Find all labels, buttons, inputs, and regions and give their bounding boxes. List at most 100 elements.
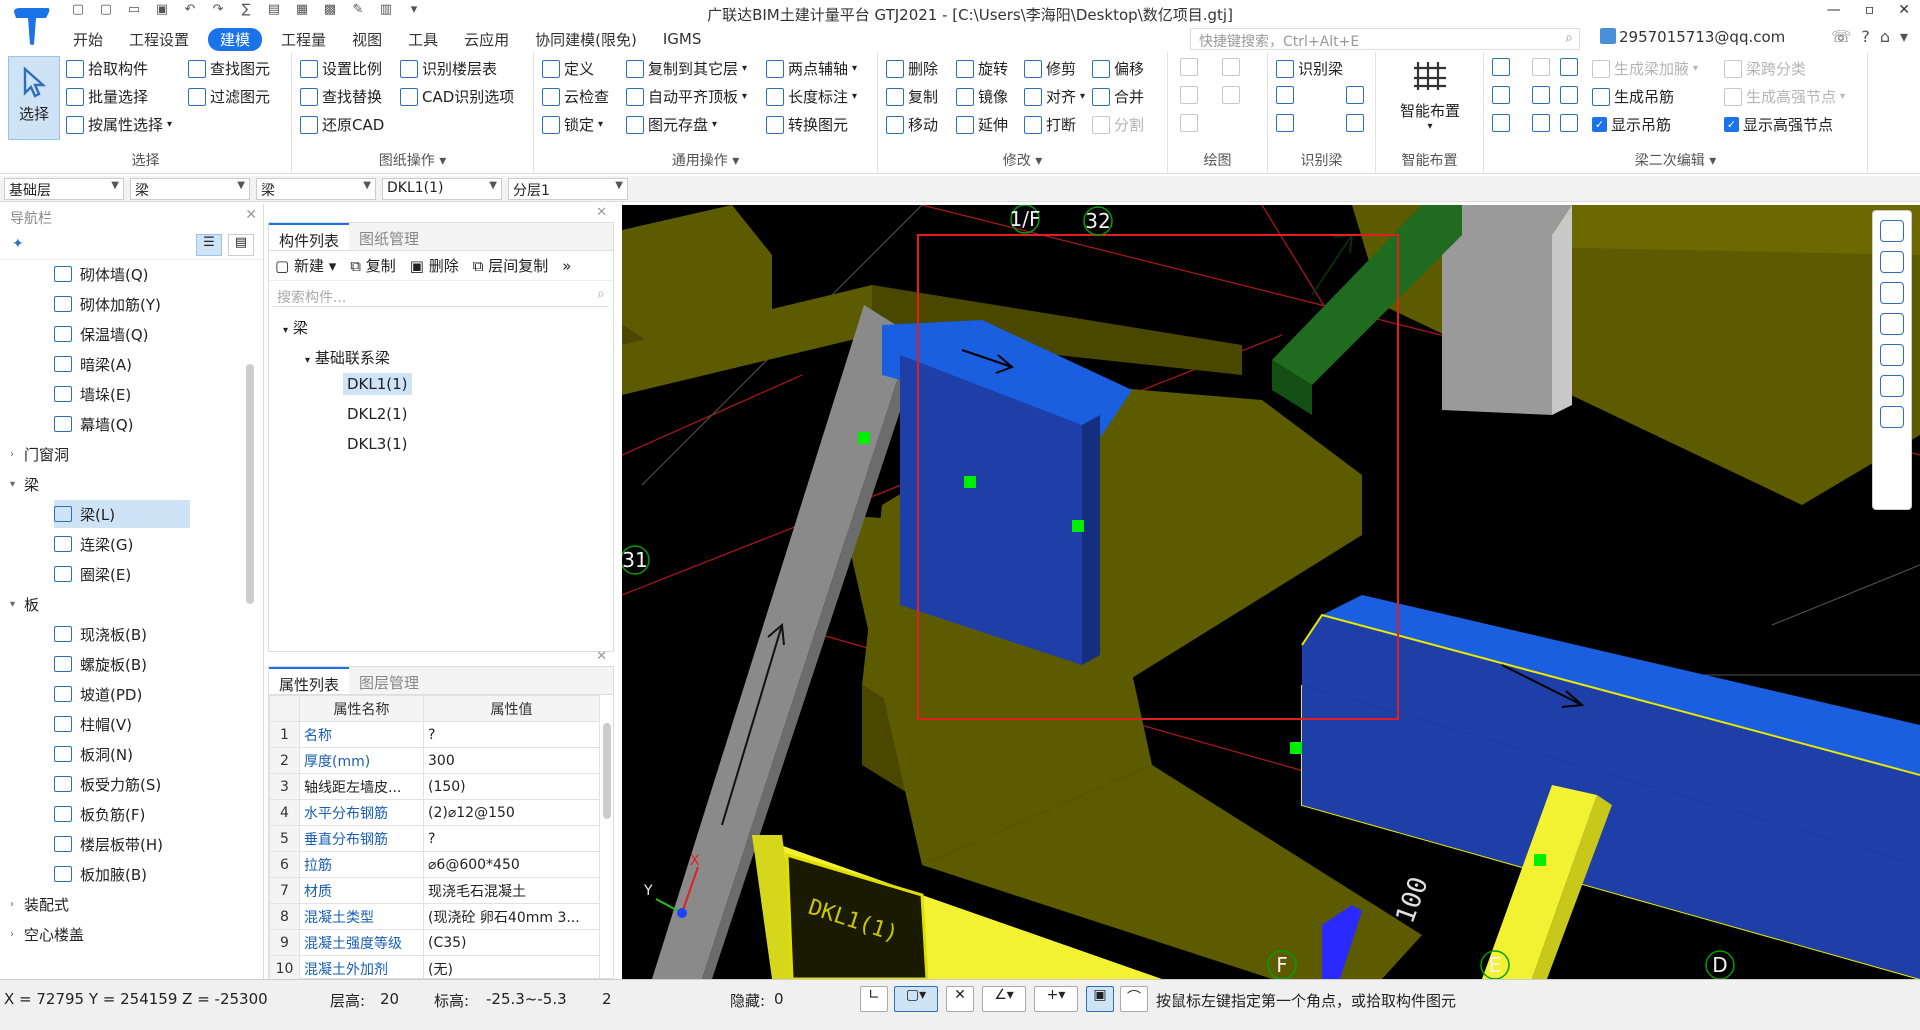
property-scrollbar[interactable] — [603, 723, 611, 819]
nav-item[interactable]: 坡道(PD) — [54, 680, 244, 708]
recognize-tool-3-button[interactable] — [1346, 86, 1364, 104]
vertex-marker[interactable] — [1072, 520, 1084, 532]
define-button[interactable]: 定义 — [542, 58, 594, 79]
save-element-button[interactable]: 图元存盘 ▾ — [626, 114, 717, 135]
nav-item[interactable]: 砌体墙(Q) — [54, 260, 244, 288]
property-row[interactable]: 3 轴线距左墙皮... (150) — [269, 773, 600, 800]
smart-layout-button[interactable]: 智能布置 ▾ — [1386, 56, 1474, 132]
property-row[interactable]: 6 拉筋 ⌀6@600*450 — [269, 851, 600, 878]
property-value[interactable]: ⌀6@600*450 — [423, 851, 600, 878]
beam-tool-3-button[interactable] — [1560, 58, 1578, 76]
draw-rotate-point-button[interactable] — [1222, 58, 1240, 76]
gen-hanger-button[interactable]: 生成吊筋 — [1592, 86, 1674, 107]
property-row[interactable]: 8 混凝土类型 (现浇砼 卵石40mm 3... — [269, 903, 600, 930]
property-row[interactable]: 4 水平分布钢筋 (2)⌀12@150 — [269, 799, 600, 826]
edit-icon[interactable]: ✎ — [346, 2, 370, 24]
beam-tool-9-button[interactable] — [1560, 114, 1578, 132]
two-point-axis-button[interactable]: 两点辅轴 ▾ — [766, 58, 857, 79]
move-button[interactable]: 移动 — [886, 114, 938, 135]
beam-tool-4-button[interactable] — [1492, 86, 1510, 104]
align-button[interactable]: 对齐 ▾ — [1024, 86, 1085, 107]
select-by-attribute-button[interactable]: 按属性选择 ▾ — [66, 114, 172, 135]
nav-item[interactable]: 梁(L) — [54, 500, 190, 528]
account[interactable]: 2957015713@qq.com — [1600, 28, 1785, 46]
list-view-icon[interactable]: ☰ — [196, 234, 222, 256]
filter-element-button[interactable]: 过滤图元 — [188, 86, 270, 107]
nav-item[interactable]: 保温墙(Q) — [54, 320, 244, 348]
column-icon[interactable]: ▥ — [374, 2, 398, 24]
2d-view-icon[interactable] — [1880, 251, 1904, 273]
nav-item[interactable]: 板加腋(B) — [54, 860, 244, 888]
property-row[interactable]: 7 材质 现浇毛石混凝土 — [269, 877, 600, 904]
menu-modeling[interactable]: 建模 — [208, 27, 263, 51]
split-button[interactable]: 分割 — [1092, 114, 1144, 135]
floor-copy-button[interactable]: ⧉ 层间复制 — [473, 255, 549, 276]
vertex-marker[interactable] — [1290, 742, 1302, 754]
tab-property-list[interactable]: 属性列表 — [269, 667, 350, 694]
dynamic-input-icon[interactable]: ▣ — [1086, 986, 1114, 1012]
convert-element-button[interactable]: 转换图元 — [766, 114, 848, 135]
extend-button[interactable]: 延伸 — [956, 114, 1008, 135]
recognize-tool-2-button[interactable] — [1276, 86, 1294, 104]
expand-right-icon[interactable]: › — [10, 899, 24, 910]
detail-view-icon[interactable]: ▤ — [228, 234, 254, 256]
vertex-marker[interactable] — [1534, 854, 1546, 866]
home-icon[interactable]: ⌂ — [1880, 27, 1890, 46]
cube-view-icon[interactable] — [1880, 313, 1904, 335]
copy-button[interactable]: 复制 — [886, 86, 938, 107]
component-item[interactable]: DKL3(1) — [347, 435, 408, 453]
draw-point-button[interactable] — [1180, 58, 1198, 76]
floor-select[interactable]: 基础层 ▼ — [4, 178, 124, 200]
menu-project-settings[interactable]: 工程设置 — [129, 29, 189, 50]
arc-mode-icon[interactable]: ⌒ — [1120, 986, 1148, 1012]
find-element-button[interactable]: 查找图元 — [188, 58, 270, 79]
search-icon[interactable]: ⌕ — [597, 286, 605, 302]
nav-group[interactable]: ▾ 板 — [10, 590, 240, 618]
minimize-button[interactable]: — — [1827, 2, 1841, 18]
undo-icon[interactable]: ↶ — [178, 2, 202, 24]
property-row[interactable]: 10 混凝土外加剂 (无) — [269, 955, 600, 982]
vertex-marker[interactable] — [964, 476, 976, 488]
close-icon[interactable]: ✕ — [245, 207, 257, 223]
help-icon[interactable]: ? — [1861, 27, 1870, 46]
modify-label[interactable]: 修改 ▾ — [878, 150, 1167, 170]
nav-group[interactable]: › 装配式 — [10, 890, 240, 918]
vertex-marker[interactable] — [858, 432, 870, 444]
auto-align-slab-button[interactable]: 自动平齐顶板 ▾ — [626, 86, 747, 107]
menu-quantity[interactable]: 工程量 — [281, 29, 326, 50]
beam-tool-8-button[interactable] — [1532, 114, 1550, 132]
tree-root[interactable]: ▾ 梁 — [283, 317, 308, 338]
beam-tool-5-button[interactable] — [1532, 86, 1550, 104]
expand-right-icon[interactable]: › — [10, 929, 24, 940]
properties-view-icon[interactable] — [1880, 406, 1904, 428]
nav-item[interactable]: 圈梁(E) — [54, 560, 244, 588]
beam-tool-6-button[interactable] — [1560, 86, 1578, 104]
report-icon[interactable]: ▤ — [262, 2, 286, 24]
find-replace-button[interactable]: 查找替换 — [300, 86, 382, 107]
general-ops-label[interactable]: 通用操作 ▾ — [534, 150, 877, 170]
select-button[interactable]: 选择 — [8, 56, 60, 140]
expand-down-icon[interactable]: ▾ — [10, 599, 24, 610]
grid-icon[interactable]: ▩ — [318, 2, 342, 24]
new-file-icon[interactable]: ▢ — [66, 2, 90, 24]
lock-button[interactable]: 锁定 ▾ — [542, 114, 603, 135]
gen-haunch-button[interactable]: 生成梁加腋 ▾ — [1592, 58, 1698, 79]
property-value[interactable]: (150) — [423, 773, 600, 800]
sum-icon[interactable]: ∑ — [234, 2, 258, 24]
property-row[interactable]: 9 混凝土强度等级 (C35) — [269, 929, 600, 956]
search-icon[interactable]: ⌕ — [1565, 30, 1573, 46]
beam-tool-7-button[interactable] — [1492, 114, 1510, 132]
component-search-input[interactable]: 搜索构件... ⌕ — [273, 285, 609, 307]
property-value[interactable]: (C35) — [423, 929, 600, 956]
property-value[interactable]: (无) — [423, 955, 600, 982]
menu-tools[interactable]: 工具 — [408, 29, 438, 50]
tab-component-list[interactable]: 构件列表 — [269, 223, 350, 250]
property-row[interactable]: 5 垂直分布钢筋? — [269, 825, 600, 852]
draw-line-button[interactable] — [1180, 86, 1198, 104]
close-icon[interactable]: ✕ — [596, 649, 607, 664]
gen-hs-node-button[interactable]: 生成高强节点 ▾ — [1724, 86, 1845, 107]
beam-tool-2-button[interactable] — [1532, 58, 1550, 76]
show-hs-node-checkbox[interactable]: ✓ 显示高强节点 — [1724, 114, 1833, 135]
menu-igms[interactable]: IGMS — [663, 30, 702, 48]
nav-scrollbar[interactable] — [246, 364, 254, 604]
